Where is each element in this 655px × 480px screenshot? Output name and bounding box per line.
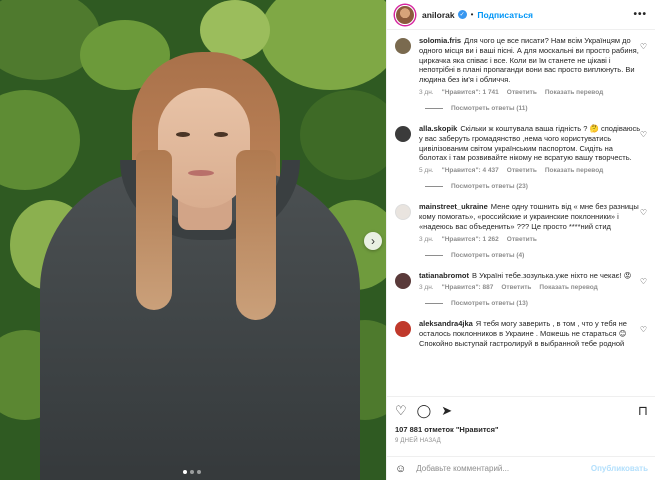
heart-icon[interactable]: ♡ xyxy=(640,130,647,139)
carousel-dot xyxy=(183,470,187,474)
view-replies-button[interactable]: Посмотреть ответы (4) xyxy=(425,252,647,259)
comment-meta: 3 дн. "Нравится": 1 741 Ответить Показат… xyxy=(419,89,643,96)
more-options-icon[interactable]: ••• xyxy=(633,9,647,20)
comment-username[interactable]: aleksandra4jka xyxy=(419,319,473,328)
comment-icon[interactable]: ◯ xyxy=(417,404,432,418)
comment-username[interactable]: alla.skopik xyxy=(419,124,457,133)
left-eye xyxy=(176,132,190,137)
post-time: 9 ДНЕЙ НАЗАД xyxy=(395,438,441,444)
comment-input[interactable] xyxy=(416,464,587,473)
comment-text: solomia.fris Для чого це все писати? Нам … xyxy=(419,36,643,85)
carousel-dot xyxy=(197,470,201,474)
chevron-right-icon[interactable]: › xyxy=(364,232,382,250)
avatar[interactable] xyxy=(395,272,411,289)
translate-button[interactable]: Показать перевод xyxy=(545,167,603,174)
heart-icon[interactable]: ♡ xyxy=(640,208,647,217)
translate-button[interactable]: Показать перевод xyxy=(539,284,597,291)
reply-button[interactable]: Ответить xyxy=(501,284,531,291)
comment-age: 5 дн. xyxy=(419,167,434,175)
comment-text: alla.skopik Скільки ж коштувала ваша гідн… xyxy=(419,124,643,163)
view-replies-button[interactable]: Посмотреть ответы (11) xyxy=(425,105,647,112)
share-icon[interactable]: ➤ xyxy=(441,404,452,418)
comment-text: mainstreet_ukraine Мене одну тошнить від … xyxy=(419,202,643,231)
comment-username[interactable]: tatianabromot xyxy=(419,271,469,280)
reply-button[interactable]: Ответить xyxy=(507,89,537,96)
comment-likes[interactable]: "Нравится": 887 xyxy=(442,284,494,291)
avatar[interactable] xyxy=(395,4,415,25)
translate-button[interactable]: Показать перевод xyxy=(545,89,603,96)
bookmark-icon[interactable]: ⊓ xyxy=(638,404,648,418)
avatar[interactable] xyxy=(395,204,411,221)
post-username[interactable]: anilorak xyxy=(422,10,455,20)
heart-icon[interactable]: ♡ xyxy=(640,42,647,51)
heart-icon[interactable]: ♡ xyxy=(640,277,647,286)
comment-body: В Україні тебе.зозулька.уже ніхто не чек… xyxy=(472,270,632,280)
avatar[interactable] xyxy=(395,321,411,338)
comment-age: 3 дн. xyxy=(419,235,434,243)
heart-icon[interactable]: ♡ xyxy=(395,404,407,418)
view-replies-button[interactable]: Посмотреть ответы (13) xyxy=(425,300,647,307)
comment-likes[interactable]: "Нравится": 4 437 xyxy=(442,167,499,174)
post-actions: ♡ ◯ ➤ ⊓ 107 881 отметок "Нравится" 9 ДНЕ… xyxy=(387,396,655,444)
comment-meta: 3 дн. "Нравится": 887 Ответить Показать … xyxy=(419,284,643,291)
view-replies-button[interactable]: Посмотреть ответы (23) xyxy=(425,183,647,190)
publish-button[interactable]: Опубликовать xyxy=(591,464,648,473)
comment-username[interactable]: solomia.fris xyxy=(419,36,461,45)
avatar[interactable] xyxy=(395,125,411,142)
emoji-icon[interactable]: ☺ xyxy=(395,463,406,475)
comment-username[interactable]: mainstreet_ukraine xyxy=(419,202,488,211)
comment: mainstreet_ukraine Мене одну тошнить від … xyxy=(395,202,647,243)
comment-age: 3 дн. xyxy=(419,88,434,96)
avatar[interactable] xyxy=(395,38,411,54)
mouth xyxy=(188,170,214,176)
comment: alla.skopik Скільки ж коштувала ваша гідн… xyxy=(395,124,647,174)
comment-age: 3 дн. xyxy=(419,284,434,292)
add-comment-bar: ☺ Опубликовать xyxy=(387,456,655,480)
comments-list[interactable]: solomia.fris Для чого це все писати? Нам … xyxy=(387,30,655,396)
hair-strand-left xyxy=(136,150,172,310)
carousel-dot xyxy=(190,470,194,474)
verified-badge-icon: ✓ xyxy=(457,10,467,19)
comment: aleksandra4jka Я тебя могу заверить , в т… xyxy=(395,319,647,348)
comment-likes[interactable]: "Нравится": 1 262 xyxy=(442,236,499,243)
post-side-panel: anilorak ✓ • Подписаться ••• solomia.fri… xyxy=(386,0,655,480)
hair-strand-right xyxy=(236,150,276,320)
comment-meta: 3 дн. "Нравится": 1 262 Ответить xyxy=(419,236,643,243)
comment: tatianabromot В Україні тебе.зозулька.уже… xyxy=(395,271,647,291)
carousel-indicator xyxy=(183,470,201,474)
comment-text: tatianabromot В Україні тебе.зозулька.уже… xyxy=(419,271,643,281)
comment-meta: 5 дн. "Нравится": 4 437 Ответить Показат… xyxy=(419,167,643,174)
reply-button[interactable]: Ответить xyxy=(507,236,537,243)
right-eye xyxy=(214,132,228,137)
comment-likes[interactable]: "Нравится": 1 741 xyxy=(442,89,499,96)
separator: • xyxy=(470,10,474,19)
follow-button[interactable]: Подписаться xyxy=(477,10,533,20)
comment: solomia.fris Для чого це все писати? Нам … xyxy=(395,36,647,96)
reply-button[interactable]: Ответить xyxy=(507,167,537,174)
post-photo[interactable]: › xyxy=(0,0,386,480)
heart-icon[interactable]: ♡ xyxy=(640,325,647,334)
post-header: anilorak ✓ • Подписаться ••• xyxy=(387,0,655,30)
comment-text: aleksandra4jka Я тебя могу заверить , в т… xyxy=(419,319,643,348)
likes-count[interactable]: 107 881 отметок "Нравится" xyxy=(395,425,648,434)
